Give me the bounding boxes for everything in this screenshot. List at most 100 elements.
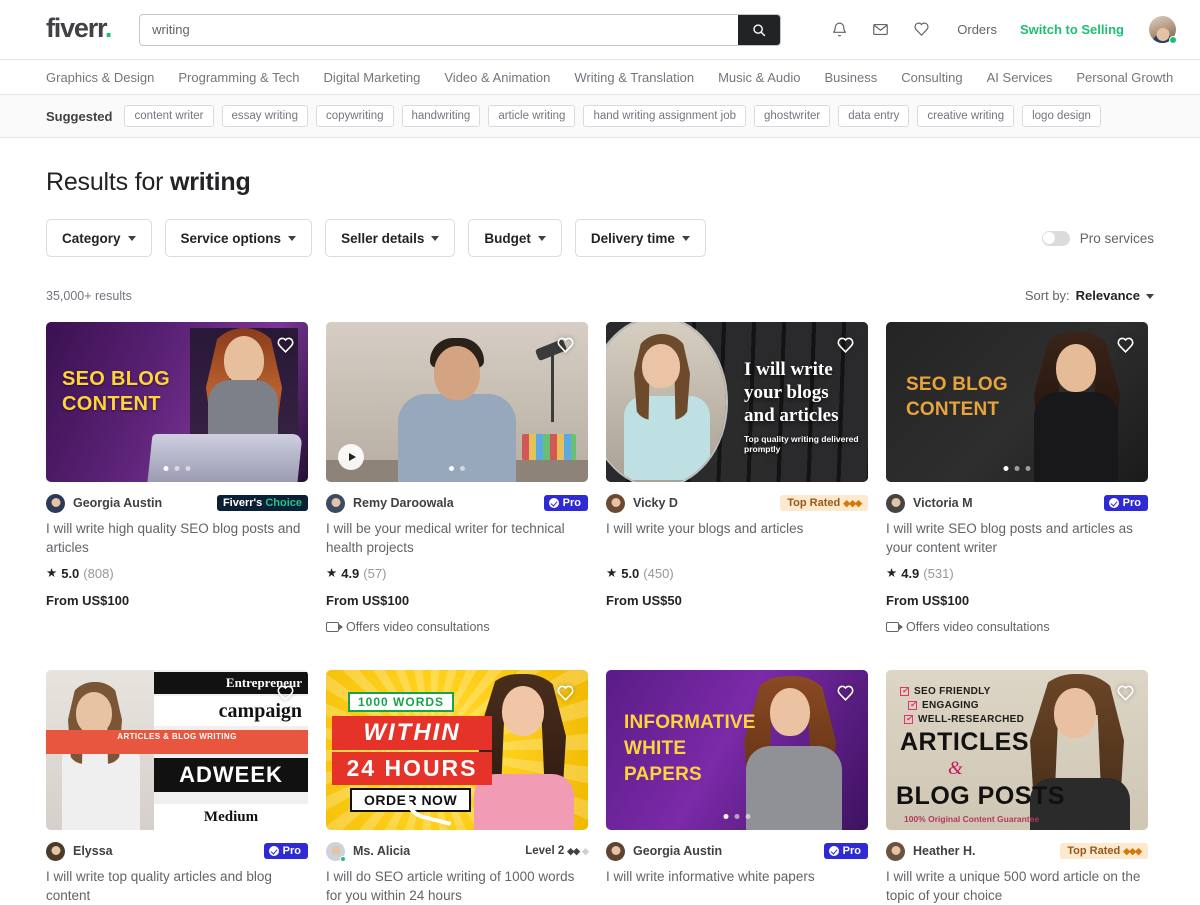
fiverr-logo[interactable]: fiverr. [46, 13, 112, 44]
gig-title[interactable]: I will write SEO blog posts and articles… [886, 519, 1148, 557]
gig-card[interactable]: 1000 WORDS WITHIN 24 HOURS ORDER NOW Ms. Ali… [326, 670, 589, 905]
carousel-dots[interactable] [163, 814, 191, 819]
save-to-list-heart-icon[interactable] [1113, 681, 1137, 705]
filter-button-budget[interactable]: Budget [468, 219, 562, 257]
heart-icon[interactable] [910, 19, 932, 41]
gig-card[interactable]: SEO BLOG CONTENT Georgia Austin Fiverr's Ch… [46, 322, 308, 634]
suggested-chip-4[interactable]: article writing [488, 105, 576, 127]
sort-by-dropdown[interactable]: Sort by: Relevance [1025, 288, 1154, 303]
user-avatar[interactable] [1149, 16, 1177, 44]
carousel-dot[interactable] [174, 814, 180, 819]
category-nav-item-9[interactable]: Personal Growth [1076, 70, 1173, 85]
suggested-chip-5[interactable]: hand writing assignment job [583, 105, 746, 127]
category-nav-item-6[interactable]: Business [824, 70, 877, 85]
category-nav-item-8[interactable]: AI Services [987, 70, 1053, 85]
save-to-list-heart-icon[interactable] [1113, 333, 1137, 357]
carousel-dot[interactable] [163, 466, 169, 471]
category-nav-item-4[interactable]: Writing & Translation [574, 70, 694, 85]
category-nav-item-1[interactable]: Programming & Tech [178, 70, 299, 85]
gig-title[interactable]: I will write a unique 500 word article o… [886, 867, 1148, 905]
carousel-dot[interactable] [1014, 466, 1020, 471]
toggle-track[interactable] [1041, 230, 1070, 246]
save-to-list-heart-icon[interactable] [833, 333, 857, 357]
carousel-dot[interactable] [723, 814, 729, 819]
carousel-dots[interactable] [163, 466, 191, 471]
gig-title[interactable]: I will write informative white papers [606, 867, 868, 905]
seller-avatar[interactable] [46, 841, 65, 861]
save-to-list-heart-icon[interactable] [553, 681, 577, 705]
category-nav-item-5[interactable]: Music & Audio [718, 70, 800, 85]
save-to-list-heart-icon[interactable] [273, 681, 297, 705]
filter-button-service-options[interactable]: Service options [164, 219, 313, 257]
seller-avatar[interactable] [326, 493, 345, 513]
filter-button-seller-details[interactable]: Seller details [325, 219, 456, 257]
category-nav-item-3[interactable]: Video & Animation [444, 70, 550, 85]
seller-name[interactable]: Heather H. [913, 844, 976, 858]
suggested-chip-8[interactable]: creative writing [917, 105, 1015, 127]
gig-card[interactable]: SEO FRIENDLYENGAGINGWELL-RESEARCHEDARTIC… [886, 670, 1148, 905]
gig-thumbnail[interactable]: SEO BLOG CONTENT [46, 322, 308, 482]
suggested-chip-9[interactable]: logo design [1022, 105, 1101, 127]
carousel-dot[interactable] [174, 466, 180, 471]
category-nav-item-7[interactable]: Consulting [901, 70, 962, 85]
suggested-chip-0[interactable]: content writer [124, 105, 214, 127]
switch-to-selling-link[interactable]: Switch to Selling [1020, 22, 1124, 37]
suggested-chip-7[interactable]: data entry [838, 105, 910, 127]
carousel-dot[interactable] [460, 466, 465, 471]
carousel-dot[interactable] [734, 814, 740, 819]
gig-title[interactable]: I will do SEO article writing of 1000 wo… [326, 867, 588, 905]
carousel-dots[interactable] [1003, 466, 1031, 471]
gig-thumbnail[interactable]: SEO FRIENDLYENGAGINGWELL-RESEARCHEDARTIC… [886, 670, 1148, 830]
gig-thumbnail[interactable]: I will write your blogs and articles Top qu… [606, 322, 868, 482]
inbox-icon[interactable] [869, 19, 891, 41]
carousel-dot[interactable] [185, 814, 191, 819]
gig-title[interactable]: I will write high quality SEO blog posts… [46, 519, 308, 557]
suggested-chip-1[interactable]: essay writing [221, 105, 308, 127]
carousel-dots[interactable] [723, 814, 751, 819]
search-bar[interactable] [139, 13, 782, 46]
seller-name[interactable]: Ms. Alicia [353, 844, 410, 858]
carousel-dot[interactable] [185, 466, 191, 471]
carousel-dot[interactable] [745, 814, 751, 819]
seller-avatar[interactable] [886, 841, 905, 861]
seller-avatar[interactable] [606, 493, 625, 513]
gig-card[interactable]: SEO BLOG CONTENT Victoria M Pro I will write… [886, 322, 1148, 634]
filter-button-category[interactable]: Category [46, 219, 152, 257]
seller-name[interactable]: Elyssa [73, 844, 113, 858]
bell-icon[interactable] [828, 19, 850, 41]
save-to-list-heart-icon[interactable] [273, 333, 297, 357]
seller-name[interactable]: Victoria M [913, 496, 973, 510]
gig-card[interactable]: I will write your blogs and articles Top qu… [606, 322, 868, 634]
filter-button-delivery-time[interactable]: Delivery time [574, 219, 706, 257]
suggested-chip-2[interactable]: copywriting [315, 105, 394, 127]
gig-title[interactable]: I will write your blogs and articles [606, 519, 868, 557]
gig-title[interactable]: I will write top quality articles and bl… [46, 867, 308, 905]
category-nav-item-0[interactable]: Graphics & Design [46, 70, 154, 85]
carousel-dot[interactable] [1003, 466, 1009, 471]
gig-thumbnail[interactable]: SEO BLOG CONTENT [886, 322, 1148, 482]
gig-title[interactable]: I will be your medical writer for techni… [326, 519, 588, 557]
seller-name[interactable]: Georgia Austin [633, 844, 722, 858]
search-button[interactable] [738, 14, 781, 45]
gig-thumbnail[interactable] [326, 322, 588, 482]
seller-name[interactable]: Georgia Austin [73, 496, 162, 510]
gig-card[interactable]: Remy Daroowala Pro I will be your medical … [326, 322, 588, 634]
gig-thumbnail[interactable]: 1000 WORDS WITHIN 24 HOURS ORDER NOW [326, 670, 588, 830]
seller-avatar[interactable] [886, 493, 905, 513]
gig-thumbnail[interactable]: Entrepreneur campaign ARTICLES & BLOG WRIT… [46, 670, 308, 830]
seller-avatar[interactable] [46, 493, 65, 513]
seller-avatar[interactable] [326, 841, 346, 862]
orders-link[interactable]: Orders [957, 22, 997, 37]
carousel-dots[interactable] [449, 466, 465, 471]
carousel-dot[interactable] [163, 814, 169, 819]
category-nav-item-2[interactable]: Digital Marketing [324, 70, 421, 85]
gig-thumbnail[interactable]: INFORMATIVE WHITE PAPERS [606, 670, 868, 830]
carousel-dot[interactable] [1025, 466, 1031, 471]
seller-avatar[interactable] [606, 841, 625, 861]
save-to-list-heart-icon[interactable] [833, 681, 857, 705]
carousel-dot[interactable] [449, 466, 454, 471]
play-video-button[interactable] [338, 444, 364, 470]
suggested-chip-6[interactable]: ghostwriter [754, 105, 831, 127]
gig-card[interactable]: Entrepreneur campaign ARTICLES & BLOG WRIT… [46, 670, 308, 905]
gig-card[interactable]: INFORMATIVE WHITE PAPERS Georgia Austin Pro I… [606, 670, 868, 905]
